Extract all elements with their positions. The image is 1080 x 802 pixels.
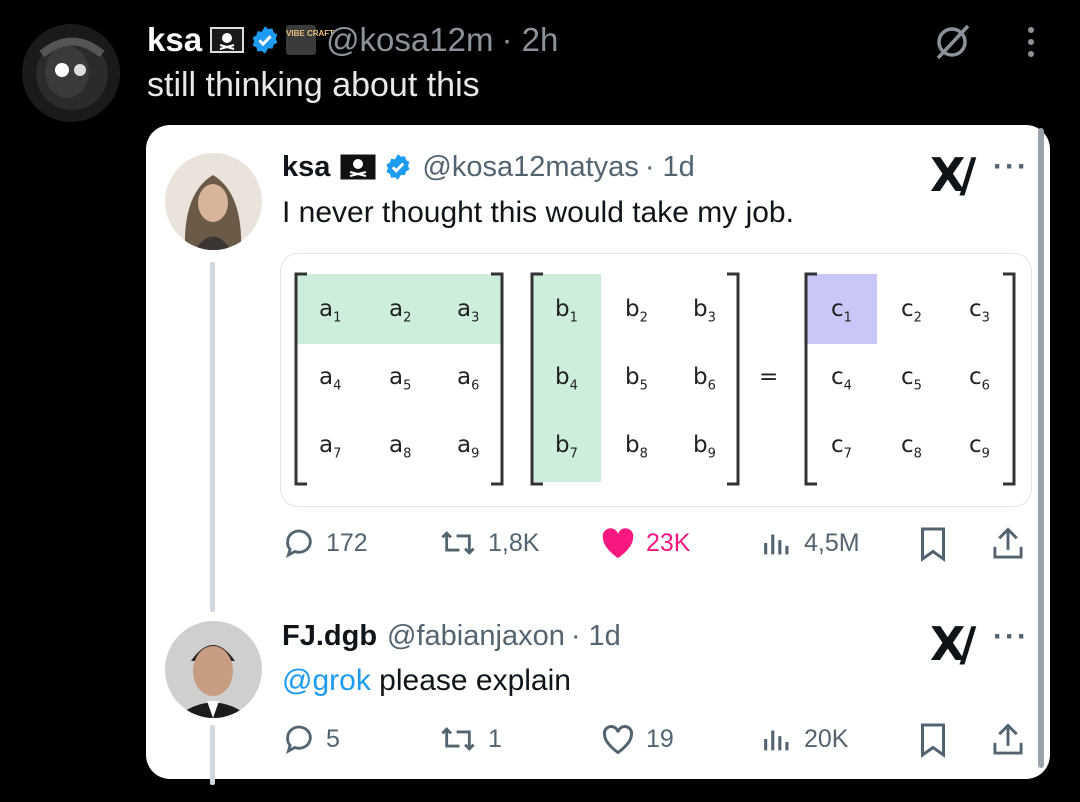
repost-icon xyxy=(441,727,475,751)
matrix-c-cell: c8 xyxy=(901,432,922,462)
avatar[interactable] xyxy=(165,153,262,250)
reply-button[interactable]: 172 xyxy=(282,526,368,560)
repost-count: 1,8K xyxy=(488,528,540,557)
matrix-b-cell: b8 xyxy=(625,432,648,462)
matrix-a-cell: a3 xyxy=(457,296,480,326)
bookmark-icon[interactable] xyxy=(918,722,948,758)
matrix-a-cell: a5 xyxy=(389,364,412,394)
like-count: 23K xyxy=(646,528,691,557)
matrix-a-cell: a6 xyxy=(457,364,480,394)
matrix-a-cell: a9 xyxy=(457,432,480,462)
outer-post-header: ksa VIBE CRAFT @kosa12m · 2h xyxy=(147,20,558,60)
like-button[interactable]: 23K xyxy=(600,526,690,560)
bookmark-icon[interactable] xyxy=(918,526,948,562)
author-name[interactable]: FJ.dgb xyxy=(282,620,377,653)
pirate-flag-icon xyxy=(210,27,245,53)
author-handle[interactable]: @fabianjaxon xyxy=(387,620,565,653)
post-actions: 5 1 19 20K xyxy=(282,720,1032,760)
view-count: 4,5M xyxy=(804,528,860,557)
post-time[interactable]: · 2h xyxy=(501,21,558,59)
like-button[interactable]: 19 xyxy=(600,722,674,756)
post-text: I never thought this would take my job. xyxy=(282,196,794,229)
scrollbar[interactable] xyxy=(1038,128,1044,768)
reply-count: 172 xyxy=(326,528,368,557)
view-count: 20K xyxy=(804,724,849,753)
matrix-b-cell: b9 xyxy=(693,432,716,462)
matrix-b-cell: b4 xyxy=(555,364,578,394)
post-actions: 172 1,8K 23K 4,5M xyxy=(282,524,1032,564)
reply-icon xyxy=(286,529,312,558)
heart-filled-icon xyxy=(602,528,634,558)
views-icon xyxy=(764,534,789,555)
more-options-icon[interactable] xyxy=(1024,24,1038,60)
matrix-c-cell: c2 xyxy=(901,296,922,326)
matrix-b-cell: b2 xyxy=(625,296,648,326)
author-name[interactable]: ksa xyxy=(282,151,330,184)
matrix-c-cell: c7 xyxy=(831,432,852,462)
like-count: 19 xyxy=(646,724,674,753)
share-icon[interactable] xyxy=(992,526,1024,562)
matrix-c-cell: c6 xyxy=(969,364,990,394)
repost-icon xyxy=(441,531,475,555)
matrix-c-cell: c1 xyxy=(831,296,852,326)
vibe-craft-badge: VIBE CRAFT xyxy=(286,25,334,55)
thread-connector xyxy=(210,725,215,785)
thread-connector xyxy=(210,262,215,612)
matrix-c-cell: c3 xyxy=(969,296,990,326)
post-time[interactable]: · 1d xyxy=(645,151,695,184)
matrix-b-cell: b1 xyxy=(555,296,578,326)
more-options-icon[interactable]: ··· xyxy=(993,150,1029,184)
verified-badge-icon xyxy=(250,25,280,55)
post-time[interactable]: · 1d xyxy=(571,620,621,653)
avatar[interactable] xyxy=(165,621,262,718)
repost-count: 1 xyxy=(488,724,502,753)
share-icon[interactable] xyxy=(992,722,1024,758)
post-text-body: please explain xyxy=(370,664,571,697)
matrix-c-cell: c5 xyxy=(901,364,922,394)
author-handle[interactable]: @kosa12m xyxy=(326,21,493,59)
matrix-a-cell: a8 xyxy=(389,432,412,462)
matrix-c-cell: c4 xyxy=(831,364,852,394)
post-text: @grok please explain xyxy=(282,664,571,698)
matrix-b-cell: b3 xyxy=(693,296,716,326)
equals-sign: = xyxy=(759,364,779,390)
reply-icon xyxy=(286,725,312,754)
matrix-b-cell: b5 xyxy=(625,364,648,394)
reply-button[interactable]: 5 xyxy=(282,722,340,756)
quoted-post-header: ksa @kosa12matyas · 1d xyxy=(282,148,695,186)
matrix-a-cell: a2 xyxy=(389,296,412,326)
views-button[interactable]: 20K xyxy=(760,722,848,756)
repost-button[interactable]: 1,8K xyxy=(438,526,539,560)
matrix-c-cell: c9 xyxy=(969,432,990,462)
pirate-flag-icon xyxy=(340,154,376,180)
matrix-multiplication-image[interactable]: = a1 a2 a3 a4 a5 a6 a7 a8 a9 b1 b2 b3 b4… xyxy=(280,253,1032,507)
views-button[interactable]: 4,5M xyxy=(760,526,860,560)
matrix-b-cell: b7 xyxy=(555,432,578,462)
matrix-b-cell: b6 xyxy=(693,364,716,394)
post-text: still thinking about this xyxy=(147,66,480,104)
author-handle[interactable]: @kosa12matyas xyxy=(422,151,638,184)
matrix-a-cell: a7 xyxy=(319,432,342,462)
verified-badge-icon xyxy=(384,153,412,181)
mention-link[interactable]: @grok xyxy=(282,664,371,697)
author-name[interactable]: ksa xyxy=(147,21,202,59)
repost-button[interactable]: 1 xyxy=(438,722,502,756)
heart-icon xyxy=(602,725,634,755)
xai-logo-icon[interactable]: X/ xyxy=(930,617,976,671)
views-icon xyxy=(764,730,789,751)
more-options-icon[interactable]: ··· xyxy=(993,620,1029,654)
avatar[interactable] xyxy=(22,24,120,122)
grok-icon[interactable] xyxy=(930,22,974,62)
matrix-a-cell: a4 xyxy=(319,364,342,394)
matrix-a-cell: a1 xyxy=(319,296,342,326)
reply-count: 5 xyxy=(326,724,340,753)
xai-logo-icon[interactable]: X/ xyxy=(930,148,976,202)
reply-post-header: FJ.dgb @fabianjaxon · 1d xyxy=(282,617,621,655)
